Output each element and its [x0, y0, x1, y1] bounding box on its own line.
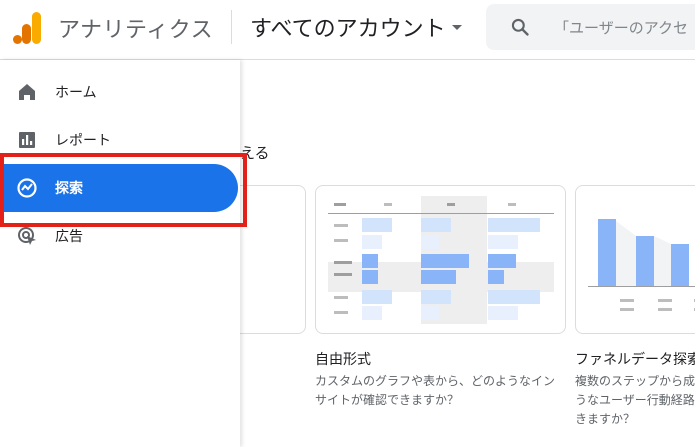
template-card-free-form[interactable]: [315, 185, 566, 334]
search-input[interactable]: 「ユーザーのアクセ: [554, 17, 688, 38]
free-form-thumbnail: [328, 196, 554, 324]
search-icon[interactable]: [510, 17, 530, 37]
app-name: アナリティクス: [58, 18, 214, 43]
template-card-funnel[interactable]: [575, 185, 695, 334]
highlight-box: [0, 153, 247, 227]
card-title-funnel[interactable]: ファネルデータ探索: [575, 349, 695, 369]
sidebar-item-label: ホーム: [55, 85, 97, 101]
card-description-funnel: 複数のステップから成 うなユーザー行動経路 きますか？: [575, 372, 695, 429]
sidebar-item-label: レポート: [55, 133, 111, 149]
search-bar[interactable]: 「ユーザーのアクセ: [486, 4, 695, 50]
account-selector[interactable]: すべてのアカウント: [250, 11, 446, 43]
sidebar-item-home[interactable]: ホーム: [0, 68, 238, 116]
home-icon: [19, 84, 35, 100]
caret-down-icon[interactable]: [452, 25, 462, 30]
funnel-thumbnail: [588, 219, 695, 311]
sidebar-item-label: 広告: [55, 229, 83, 245]
card-description-line: うなユーザー行動経路: [575, 393, 695, 407]
card-description-line: きますか？: [575, 412, 636, 426]
card-description-line: 複数のステップから成: [575, 374, 695, 388]
advertising-icon: [18, 227, 36, 245]
card-description-free-form: カスタムのグラフや表から、どのようなイン サイトが確認できますか？: [315, 372, 575, 410]
card-description-line: サイトが確認できますか？: [315, 393, 460, 407]
header-divider: [231, 10, 232, 44]
reports-icon: [19, 132, 35, 148]
top-bar: アナリティクス すべてのアカウント 「ユーザーのアクセ: [0, 0, 695, 60]
main-content: える 自由形式 カスタムのグラフや表から、どのようなイン サイトが確認できますか…: [220, 60, 695, 447]
sidebar-nav: ホーム レポート 探索 広告: [0, 60, 240, 447]
card-title-free-form[interactable]: 自由形式: [315, 349, 371, 369]
analytics-logo[interactable]: [13, 10, 43, 46]
card-description-line: カスタムのグラフや表から、どのようなイン: [315, 374, 556, 388]
